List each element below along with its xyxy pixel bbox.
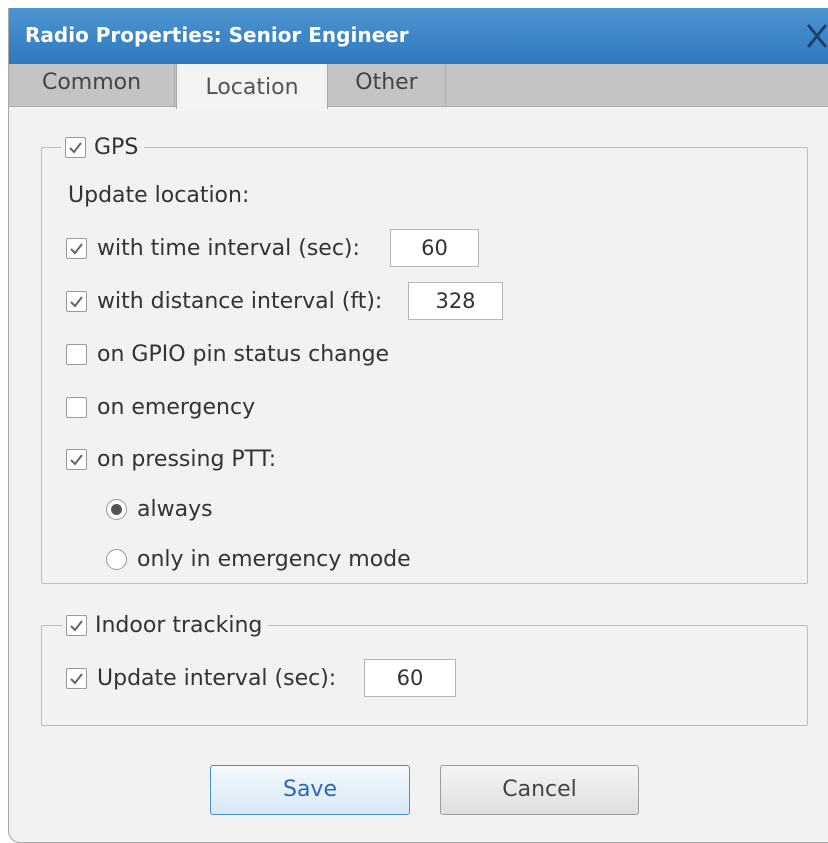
checkmark-icon [70,242,83,255]
update-interval-checkbox[interactable] [66,667,87,689]
distance-interval-row: with distance interval (ft): [66,281,382,321]
checkmark-icon [70,619,83,632]
radio-properties-dialog: Radio Properties: Senior Engineer Common… [8,8,828,843]
update-interval-input[interactable]: 60 [364,659,456,697]
gps-checkbox[interactable] [65,136,86,158]
checkmark-icon [69,141,82,154]
title-bar: Radio Properties: Senior Engineer [9,8,828,64]
gpio-checkbox[interactable] [66,343,87,365]
update-location-label: Update location: [68,182,250,208]
emergency-mode-label: only in emergency mode [137,546,411,572]
always-radio[interactable] [106,498,127,520]
close-icon [807,24,827,48]
checkmark-icon [70,453,83,466]
gpio-label: on GPIO pin status change [97,341,390,367]
emergency-checkbox[interactable] [66,396,87,418]
indoor-tracking-checkbox[interactable] [66,614,87,636]
time-interval-checkbox[interactable] [66,237,87,259]
ptt-checkbox[interactable] [66,448,87,470]
checkmark-icon [70,672,83,685]
tab-common[interactable]: Common [9,64,175,106]
emergency-label: on emergency [97,394,256,420]
gpio-row: on GPIO pin status change [66,334,389,374]
ptt-label: on pressing PTT: [97,446,277,472]
time-interval-label: with time interval (sec): [97,235,360,261]
tab-location[interactable]: Location [176,64,328,109]
time-interval-row: with time interval (sec): [66,228,360,268]
checkmark-icon [70,295,83,308]
update-interval-label: Update interval (sec): [97,665,337,691]
gps-label: GPS [94,134,139,160]
indoor-tracking-legend: Indoor tracking [62,610,269,640]
update-interval-row: Update interval (sec): [66,658,336,698]
distance-interval-input[interactable]: 328 [408,282,503,320]
emergency-row: on emergency [66,387,255,427]
tab-other[interactable]: Other [328,64,446,106]
ptt-always-row: always [106,489,213,529]
ptt-emergency-mode-row: only in emergency mode [106,539,411,579]
window-title: Radio Properties: Senior Engineer [25,23,409,47]
save-button[interactable]: Save [210,765,410,815]
update-location-row: Update location: [68,175,249,215]
cancel-button[interactable]: Cancel [440,765,639,815]
always-label: always [137,496,213,522]
gps-legend: GPS [61,132,145,162]
tab-bar: Common Location Other [9,64,828,109]
distance-interval-label: with distance interval (ft): [97,288,383,314]
radio-dot-icon [111,503,122,515]
close-button[interactable] [803,16,828,56]
emergency-mode-radio[interactable] [106,548,127,570]
distance-interval-checkbox[interactable] [66,290,87,312]
ptt-row: on pressing PTT: [66,439,276,479]
time-interval-input[interactable]: 60 [390,229,479,267]
indoor-tracking-label: Indoor tracking [95,612,263,638]
